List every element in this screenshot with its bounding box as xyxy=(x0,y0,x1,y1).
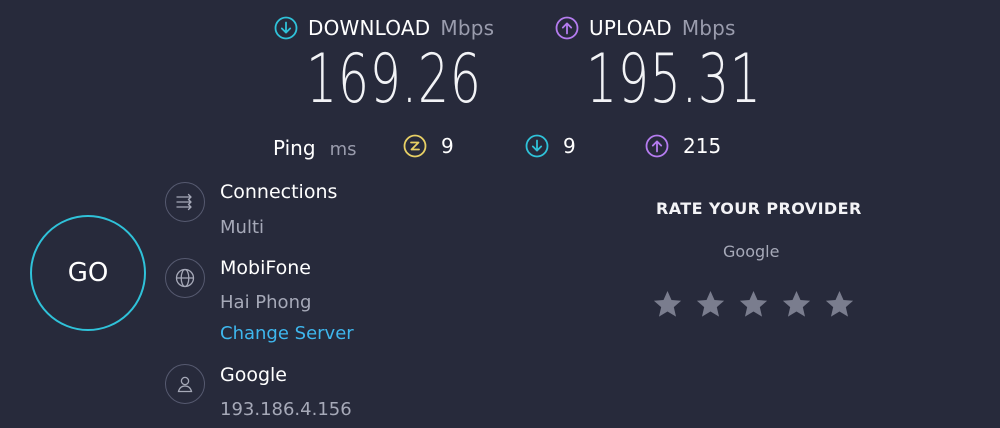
star-icon-3[interactable] xyxy=(737,288,770,321)
ping-idle-value: 9 xyxy=(441,134,454,158)
server-location: Hai Phong xyxy=(220,292,312,313)
server-name: MobiFone xyxy=(220,257,311,279)
go-button[interactable]: GO xyxy=(30,215,146,331)
ping-download-icon xyxy=(525,134,549,158)
ping-lightning-icon xyxy=(403,134,427,158)
provider-name: Google xyxy=(220,364,288,386)
upload-label: UPLOAD xyxy=(589,16,672,40)
ping-upload: 215 xyxy=(645,134,721,158)
ping-download-value: 9 xyxy=(563,134,576,158)
star-icon-5[interactable] xyxy=(823,288,856,321)
upload-value: 195.31 xyxy=(586,40,762,119)
download-unit: Mbps xyxy=(440,16,495,40)
change-server-link[interactable]: Change Server xyxy=(220,323,354,344)
download-arrow-icon xyxy=(274,16,298,40)
upload-unit: Mbps xyxy=(681,16,736,40)
ping-label: Ping xyxy=(273,136,316,160)
user-icon xyxy=(165,364,205,404)
connections-icon[interactable] xyxy=(165,182,205,222)
connections-value[interactable]: Multi xyxy=(220,217,264,238)
upload-arrow-icon xyxy=(555,16,579,40)
star-icon-4[interactable] xyxy=(780,288,813,321)
provider-ip: 193.186.4.156 xyxy=(220,399,352,420)
ping-label-group: Ping ms xyxy=(273,136,356,160)
ping-download: 9 xyxy=(525,134,576,158)
ping-unit: ms xyxy=(329,139,357,160)
connections-title: Connections xyxy=(220,181,338,203)
ping-idle: 9 xyxy=(403,134,454,158)
star-icon-2[interactable] xyxy=(694,288,727,321)
globe-icon xyxy=(165,258,205,298)
star-icon-1[interactable] xyxy=(651,288,684,321)
rate-provider-name: Google xyxy=(723,242,780,261)
download-value: 169.26 xyxy=(306,40,482,119)
rate-provider-title: RATE YOUR PROVIDER xyxy=(656,199,862,218)
download-header: DOWNLOAD Mbps xyxy=(274,16,494,40)
upload-header: UPLOAD Mbps xyxy=(555,16,736,40)
ping-upload-icon xyxy=(645,134,669,158)
rating-stars xyxy=(651,288,856,321)
ping-upload-value: 215 xyxy=(683,134,722,158)
download-label: DOWNLOAD xyxy=(308,16,431,40)
